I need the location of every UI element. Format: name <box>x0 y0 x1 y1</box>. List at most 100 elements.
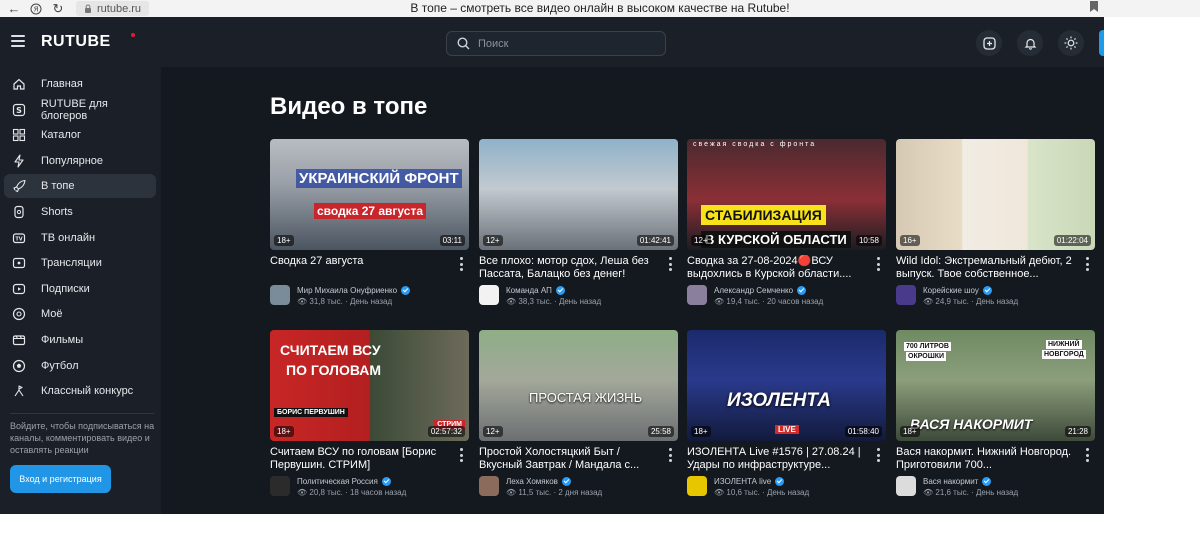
video-title[interactable]: ИЗОЛЕНТА Live #1576 | 27.08.24 | Удары п… <box>687 446 867 472</box>
video-title[interactable]: Все плохо: мотор сдох, Леша без Пассата,… <box>479 255 659 281</box>
video-thumbnail[interactable]: ПРОСТАЯ ЖИЗНЬ 12+ 25:58 <box>479 330 678 441</box>
channel-name[interactable]: Корейские шоу <box>923 286 992 295</box>
age-rating-badge: 18+ <box>691 426 711 437</box>
more-options-icon[interactable] <box>457 257 465 271</box>
sun-icon <box>1064 36 1078 50</box>
sidebar-item-4[interactable]: Популярное <box>4 149 156 173</box>
sidebar-item-9[interactable]: Подписки <box>4 277 156 301</box>
search-box[interactable] <box>446 31 666 56</box>
login-hint: Войдите, чтобы подписываться на каналы, … <box>10 421 155 455</box>
theme-toggle-button[interactable] <box>1058 30 1084 56</box>
login-button-edge[interactable] <box>1099 30 1104 56</box>
video-thumbnail[interactable]: ИЗОЛЕНТА LIVE 18+ 01:58:40 <box>687 330 886 441</box>
more-options-icon[interactable] <box>666 448 674 462</box>
video-card[interactable]: 700 ЛИТРОВ ОКРОШКИ НИЖНИЙ НОВГОРОД ВАСЯ НАКО… <box>896 330 1095 497</box>
thumbnail-caption: СТАБИЛИЗАЦИЯ <box>701 205 826 225</box>
sidebar-item-1[interactable]: Главная <box>4 72 156 96</box>
sidebar-item-2[interactable]: S RUTUBE для блогеров <box>4 98 156 122</box>
channel-name[interactable]: ИЗОЛЕНТА live <box>714 477 785 486</box>
video-title[interactable]: Сводка 27 августа <box>270 255 450 268</box>
rutube-logo[interactable]: RUTUBE <box>41 33 111 51</box>
screenshot: ← Я ↻ rutube.ru В топе – смотреть все ви… <box>0 0 1200 556</box>
video-card[interactable]: 16+ 01:22:04 Wild Idol: Экстремальный дебю… <box>896 139 1095 306</box>
sidebar-item-13[interactable]: Классный конкурс <box>4 379 156 403</box>
channel-name[interactable]: Мир Михаила Онуфриенко <box>297 286 411 295</box>
video-title[interactable]: Wild Idol: Экстремальный дебют, 2 выпуск… <box>896 255 1076 281</box>
age-rating-badge: 12+ <box>691 235 711 246</box>
video-title[interactable]: Вася накормит. Нижний Новгород. Приготов… <box>896 446 1076 472</box>
age-rating-badge: 18+ <box>900 426 920 437</box>
video-card[interactable]: УКРАИНСКИЙ ФРОНТ сводка 27 августа 18+ 03:1… <box>270 139 469 306</box>
channel-avatar[interactable] <box>479 476 499 496</box>
video-title[interactable]: Считаем ВСУ по головам [Борис Первушин. … <box>270 446 450 472</box>
video-card[interactable]: ИЗОЛЕНТА LIVE 18+ 01:58:40 ИЗОЛЕНТА Live #15… <box>687 330 886 497</box>
video-thumbnail[interactable]: СЧИТАЕМ ВСУ ПО ГОЛОВАМ БОРИС ПЕРВУШИН СТРИМ… <box>270 330 469 441</box>
video-thumbnail[interactable]: 700 ЛИТРОВ ОКРОШКИ НИЖНИЙ НОВГОРОД ВАСЯ НАКО… <box>896 330 1095 441</box>
video-title[interactable]: Сводка за 27-08-2024🔴ВСУ выдохлись в Кур… <box>687 255 867 281</box>
back-icon[interactable]: ← <box>6 1 22 17</box>
more-options-icon[interactable] <box>666 257 674 271</box>
video-title[interactable]: Простой Холостяцкий Быт / Вкусный Завтра… <box>479 446 659 472</box>
more-options-icon[interactable] <box>874 257 882 271</box>
sidebar-item-10[interactable]: Моё <box>4 302 156 326</box>
video-card[interactable]: свежая сводка с фронта СТАБИЛИЗАЦИЯ В КУРС… <box>687 139 886 306</box>
sidebar-item-6[interactable]: Shorts <box>4 200 156 224</box>
channel-avatar[interactable] <box>270 476 290 496</box>
sidebar-item-5[interactable]: В топе <box>4 174 156 199</box>
verified-icon <box>381 477 391 486</box>
channel-name[interactable]: Политическая Россия <box>297 477 391 486</box>
url-bar[interactable]: rutube.ru <box>76 1 150 16</box>
yandex-icon[interactable]: Я <box>28 1 44 17</box>
bookmark-icon[interactable] <box>1090 1 1098 15</box>
channel-avatar[interactable] <box>896 285 916 305</box>
video-card[interactable]: СЧИТАЕМ ВСУ ПО ГОЛОВАМ БОРИС ПЕРВУШИН СТРИМ… <box>270 330 469 497</box>
page-title: Видео в топе <box>270 93 428 120</box>
eye-icon: 👁 <box>923 488 936 497</box>
view-count: 10,6 тыс. <box>726 488 760 497</box>
channel-avatar[interactable] <box>896 476 916 496</box>
upload-time: День назад <box>766 488 810 497</box>
channel-name[interactable]: Александр Семченко <box>714 286 807 295</box>
notifications-button[interactable] <box>1017 30 1043 56</box>
sidebar-item-label: Главная <box>41 78 83 90</box>
menu-icon[interactable] <box>11 35 25 47</box>
duration-badge: 21:28 <box>1064 426 1091 437</box>
upload-button[interactable] <box>976 30 1002 56</box>
thumbnail-caption: ВАСЯ НАКОРМИТ <box>910 416 1033 432</box>
channel-avatar[interactable] <box>687 285 707 305</box>
channel-avatar[interactable] <box>687 476 707 496</box>
search-input[interactable] <box>478 37 658 50</box>
sidebar-item-7[interactable]: TV ТВ онлайн <box>4 226 156 250</box>
search-icon <box>457 37 470 50</box>
channel-name[interactable]: Леха Хомяков <box>506 477 571 486</box>
more-options-icon[interactable] <box>1083 257 1091 271</box>
lightning-icon <box>11 153 27 169</box>
login-button[interactable]: Вход и регистрация <box>10 465 111 493</box>
channel-avatar[interactable] <box>270 285 290 305</box>
sidebar-item-12[interactable]: Футбол <box>4 354 156 378</box>
video-thumbnail[interactable]: 16+ 01:22:04 <box>896 139 1095 250</box>
video-thumbnail[interactable]: свежая сводка с фронта СТАБИЛИЗАЦИЯ В КУРС… <box>687 139 886 250</box>
age-rating-badge: 18+ <box>274 426 294 437</box>
channel-name-text: Команда АП <box>506 286 552 295</box>
channel-name[interactable]: Команда АП <box>506 286 565 295</box>
more-options-icon[interactable] <box>874 448 882 462</box>
video-thumbnail[interactable]: УКРАИНСКИЙ ФРОНТ сводка 27 августа 18+ 03:1… <box>270 139 469 250</box>
reload-icon[interactable]: ↻ <box>50 1 66 17</box>
video-card[interactable]: ПРОСТАЯ ЖИЗНЬ 12+ 25:58 Простой Холостяцкий… <box>479 330 678 497</box>
sidebar-item-11[interactable]: Фильмы <box>4 328 156 352</box>
stats-separator: · <box>342 297 350 306</box>
channel-name[interactable]: Вася накормит <box>923 477 992 486</box>
thumbnail-caption: ОКРОШКИ <box>906 352 947 361</box>
svg-text:Я: Я <box>34 5 39 13</box>
sidebar-item-8[interactable]: Трансляции <box>4 251 156 275</box>
sidebar-item-label: В топе <box>41 180 75 193</box>
sidebar-item-label: Фильмы <box>41 334 84 346</box>
channel-avatar[interactable] <box>479 285 499 305</box>
video-stats: 👁 24,9 тыс. · День назад <box>923 297 1018 306</box>
more-options-icon[interactable] <box>457 448 465 462</box>
video-card[interactable]: 12+ 01:42:41 Все плохо: мотор сдох, Леша б… <box>479 139 678 306</box>
more-options-icon[interactable] <box>1083 448 1091 462</box>
sidebar-item-3[interactable]: Каталог <box>4 123 156 147</box>
video-thumbnail[interactable]: 12+ 01:42:41 <box>479 139 678 250</box>
